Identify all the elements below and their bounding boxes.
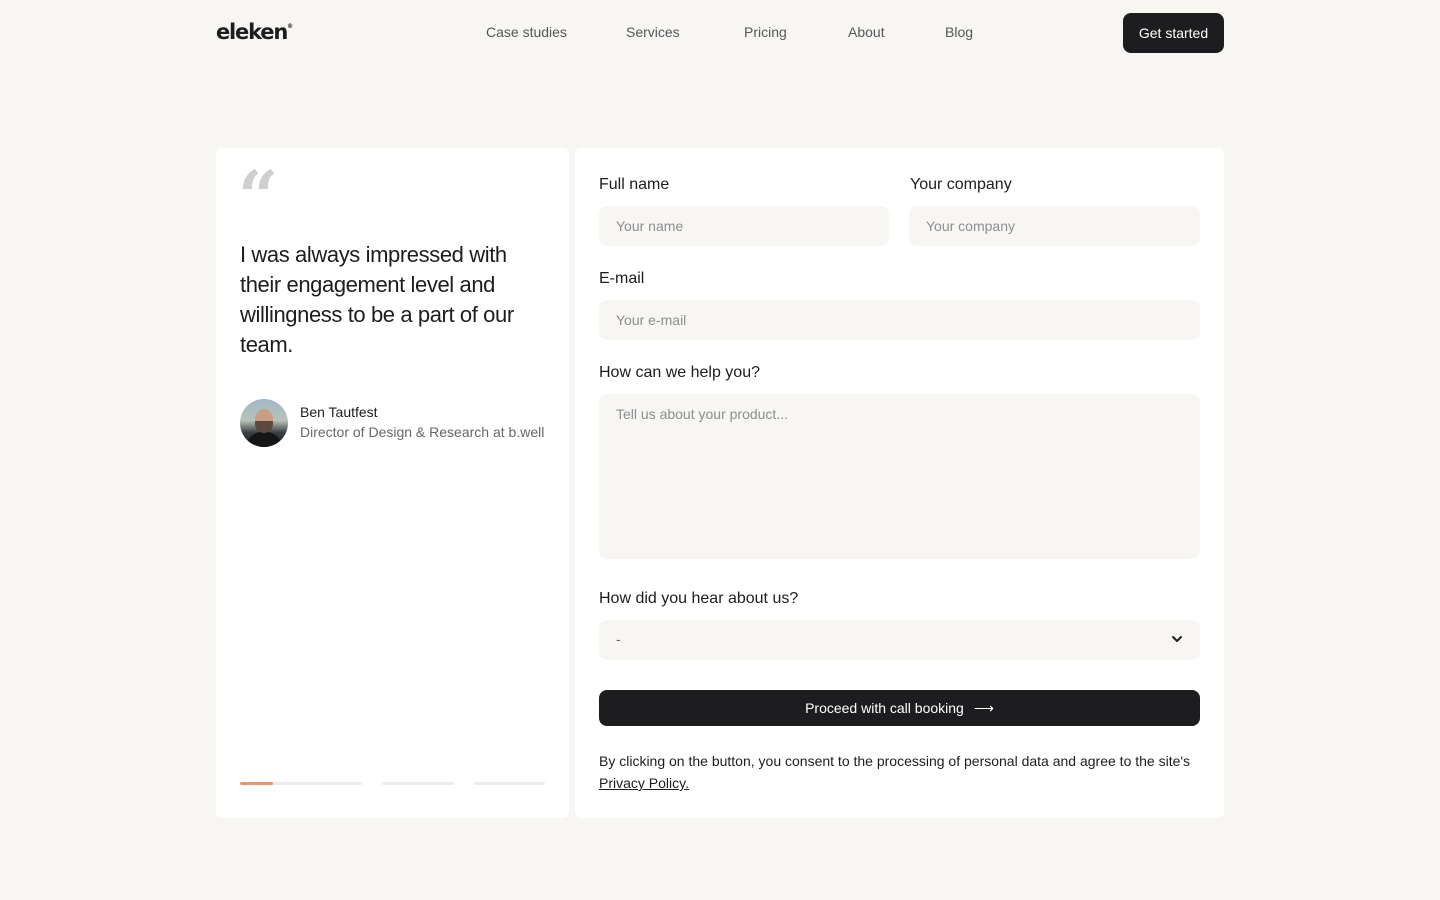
nav-case-studies[interactable]: Case studies <box>486 24 567 40</box>
full-name-input[interactable] <box>599 206 889 246</box>
nav-services[interactable]: Services <box>626 24 680 40</box>
slide-indicator-3[interactable] <box>474 782 545 785</box>
source-selected-value: - <box>616 631 621 647</box>
submit-label: Proceed with call booking <box>805 700 964 716</box>
help-textarea[interactable] <box>599 394 1200 559</box>
testimonial-card: “ I was always impressed with their enga… <box>216 148 569 818</box>
source-select[interactable]: - <box>599 620 1200 660</box>
nav-pricing[interactable]: Pricing <box>744 24 787 40</box>
quote-icon: “ <box>238 155 278 238</box>
contact-form-card: Full name Your company E-mail How can we… <box>575 148 1224 818</box>
nav-blog[interactable]: Blog <box>945 24 973 40</box>
consent-message: By clicking on the button, you consent t… <box>599 753 1191 769</box>
slide-indicator-1[interactable] <box>240 782 362 785</box>
privacy-policy-link[interactable]: Privacy Policy. <box>599 775 689 791</box>
email-input[interactable] <box>599 300 1200 340</box>
consent-text: By clicking on the button, you consent t… <box>599 750 1200 794</box>
site-header: eleken® Case studies Services Pricing Ab… <box>216 13 1224 53</box>
company-input[interactable] <box>909 206 1200 246</box>
help-label: How can we help you? <box>599 364 760 381</box>
slide-indicator-2[interactable] <box>382 782 454 785</box>
email-label: E-mail <box>599 270 645 287</box>
author-avatar <box>240 399 288 447</box>
chevron-down-icon <box>1172 636 1182 642</box>
arrow-right-icon: ⟶ <box>973 699 994 716</box>
author-name: Ben Tautfest <box>300 404 378 420</box>
nav-about[interactable]: About <box>848 24 885 40</box>
main-nav: Case studies Services Pricing About Blog <box>216 13 1224 53</box>
testimonial-quote: I was always impressed with their engage… <box>240 242 514 357</box>
source-label: How did you hear about us? <box>599 590 799 607</box>
full-name-label: Full name <box>599 176 670 193</box>
author-role: Director of Design & Research at b.well <box>300 424 545 440</box>
get-started-button[interactable]: Get started <box>1123 13 1224 53</box>
slide-progress-fill <box>240 782 273 785</box>
company-label: Your company <box>910 176 1012 193</box>
proceed-booking-button[interactable]: Proceed with call booking ⟶ <box>599 690 1200 726</box>
